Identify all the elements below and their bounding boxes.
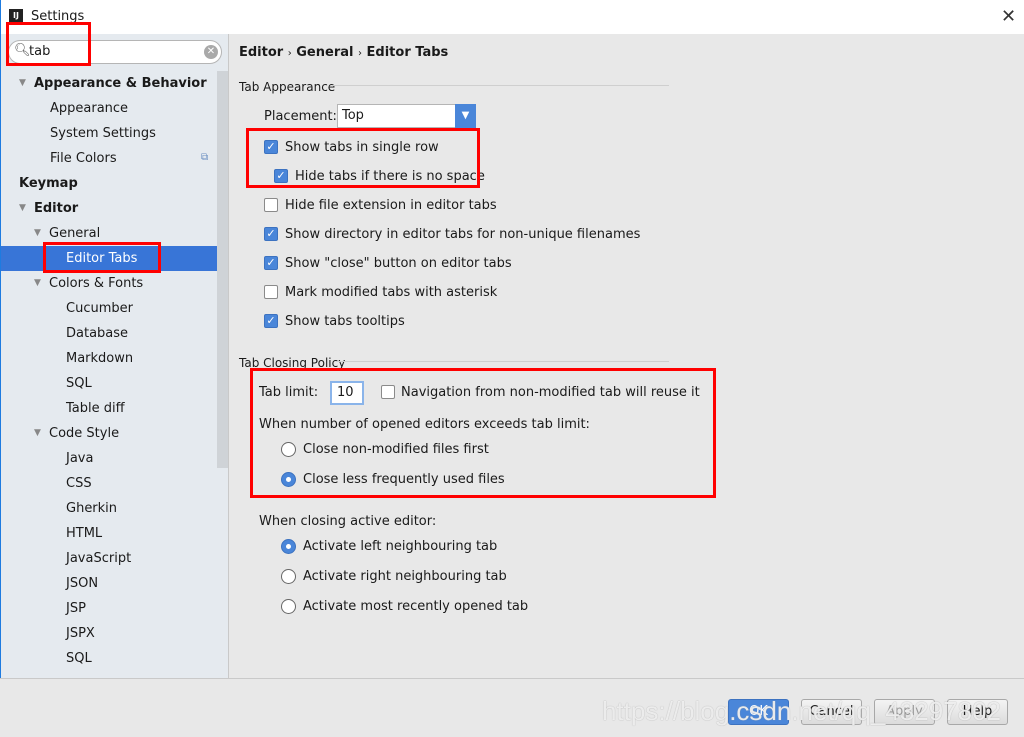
app-logo: IJ [9,9,23,23]
expand-arrow-icon[interactable]: ▼ [34,421,41,446]
annotation-box [250,368,716,498]
sidebar-item-label: JavaScript [66,551,132,566]
annotation-box [6,22,91,66]
sidebar-item[interactable]: JavaScript [1,546,217,571]
sidebar-item-label: JSPX [66,626,95,641]
option-checkbox[interactable]: ✓ [264,256,278,270]
sidebar-item-label: Code Style [49,426,120,441]
section-heading: Tab Appearance [239,80,336,94]
option-label[interactable]: Show "close" button on editor tabs [285,256,512,271]
sidebar-item-label: Appearance [50,101,129,116]
watermark: https://blog.csdn.net/qq_43297802 [602,696,1001,726]
sidebar-item-label: Java [66,451,94,466]
expand-arrow-icon[interactable]: ▼ [34,221,41,246]
sidebar-item[interactable]: Gherkin [1,496,217,521]
sidebar-item[interactable]: System Settings [1,121,217,146]
sidebar-scrollbar[interactable] [217,71,228,468]
sidebar-item-label: JSP [66,601,86,616]
option-checkbox[interactable]: ✓ [264,227,278,241]
divider [337,361,669,362]
annotation-box [246,128,480,188]
sidebar-item-label: Keymap [19,176,78,191]
sidebar-item[interactable]: ▼ Editor [1,196,217,221]
radio-label[interactable]: Activate right neighbouring tab [303,569,507,584]
expand-arrow-icon[interactable]: ▼ [19,71,26,96]
sidebar-item-label: System Settings [50,126,156,141]
sidebar-item[interactable]: ▼ Appearance & Behavior [1,71,217,96]
option-label[interactable]: Show directory in editor tabs for non-un… [285,227,640,242]
placement-value: Top [342,108,364,123]
sidebar-item[interactable]: File Colors [1,146,217,171]
sidebar-item-label: SQL [66,651,92,666]
sidebar-item-label: SQL [66,376,92,391]
option-checkbox[interactable]: ✓ [264,314,278,328]
sidebar-item[interactable]: Markdown [1,346,217,371]
breadcrumb-item: Editor Tabs [366,45,449,60]
sidebar-item[interactable]: Appearance [1,96,217,121]
sidebar-item[interactable]: JSON [1,571,217,596]
sidebar-item-label: Editor [34,201,79,216]
sidebar-item[interactable]: Table diff [1,396,217,421]
option-checkbox[interactable] [264,285,278,299]
sidebar-item[interactable]: JSP [1,596,217,621]
breadcrumb-item[interactable]: Editor [239,45,283,60]
sidebar-item-label: File Colors [50,151,117,166]
placement-label: Placement: [264,109,337,124]
sidebar-item[interactable]: Database [1,321,217,346]
title-bar: IJ Settings ✕ [0,0,1024,34]
annotation-box [43,242,161,273]
sidebar-item-label: Colors & Fonts [49,276,144,291]
sidebar-item[interactable]: Java [1,446,217,471]
radio-button[interactable] [281,599,296,614]
radio-label[interactable]: Activate left neighbouring tab [303,539,497,554]
sidebar-item-label: Appearance & Behavior [34,76,207,91]
sidebar-item[interactable]: SQL [1,371,217,396]
sidebar-item-label: Database [66,326,129,341]
close-icon[interactable]: ✕ [1001,6,1016,27]
sidebar-item[interactable]: Cucumber [1,296,217,321]
sidebar-item-label: Cucumber [66,301,133,316]
sidebar-item-label: CSS [66,476,92,491]
closing-label: When closing active editor: [259,514,437,529]
option-label[interactable]: Show tabs tooltips [285,314,405,329]
breadcrumb-item[interactable]: General [296,45,353,60]
option-checkbox[interactable] [264,198,278,212]
sidebar-item[interactable]: Keymap [1,171,217,196]
sidebar-item[interactable]: HTML [1,521,217,546]
sidebar-item-label: HTML [66,526,103,541]
breadcrumb: Editor › General › Editor Tabs [239,45,449,60]
expand-arrow-icon[interactable]: ▼ [34,271,41,296]
sidebar-item[interactable]: ▼ Colors & Fonts [1,271,217,296]
option-label[interactable]: Hide file extension in editor tabs [285,198,497,213]
copy-icon: ⧉ [201,152,209,163]
option-label[interactable]: Mark modified tabs with asterisk [285,285,497,300]
expand-arrow-icon[interactable]: ▼ [19,196,26,221]
radio-button[interactable] [281,569,296,584]
sidebar-item[interactable]: SQL [1,646,217,671]
sidebar-item-label: JSON [66,576,99,591]
radio-button[interactable] [281,539,296,554]
radio-label[interactable]: Activate most recently opened tab [303,599,528,614]
sidebar-item[interactable]: ▼ Code Style [1,421,217,446]
divider [332,85,669,86]
chevron-down-icon[interactable]: ▼ [455,104,476,128]
clear-search-icon[interactable]: ✕ [204,45,218,59]
sidebar-item-label: Markdown [66,351,134,366]
sidebar-item[interactable]: CSS [1,471,217,496]
sidebar-item-label: Table diff [66,401,125,416]
sidebar-item-label: Gherkin [66,501,118,516]
sidebar-item[interactable]: JSPX [1,621,217,646]
